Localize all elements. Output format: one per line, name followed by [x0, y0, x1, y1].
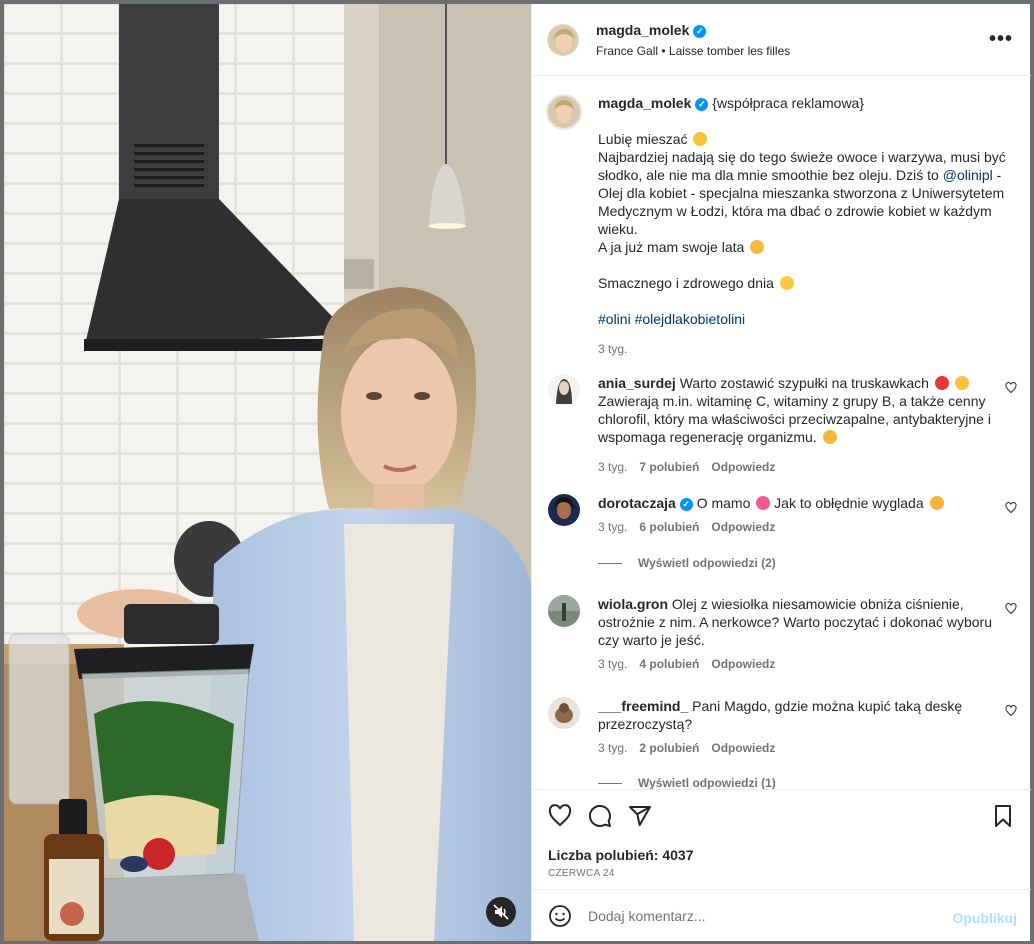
mention-link[interactable]: @olinipl: [943, 167, 993, 183]
comment-bubble-icon[interactable]: [588, 804, 612, 828]
post-actions: Liczba polubień: 4037 CZERWCA 24: [532, 789, 1031, 889]
comment-text: dorotaczaja ✓ O mamo Jak to obłędnie wygl…: [598, 494, 998, 512]
post-date[interactable]: CZERWCA 24: [548, 868, 615, 879]
caption-line-1: Lubię mieszać: [598, 131, 688, 147]
more-options-icon[interactable]: •••: [989, 28, 1013, 51]
view-replies-button[interactable]: Wyświetl odpowiedzi (2): [598, 556, 776, 570]
comment-meta: 3 tyg. 6 polubień Odpowiedz: [598, 520, 776, 534]
reply-button[interactable]: Odpowiedz: [711, 460, 775, 474]
comment-likes[interactable]: 6 polubień: [639, 520, 699, 534]
yum-emoji-icon: [929, 496, 944, 510]
verified-badge-icon: ✓: [679, 498, 693, 511]
commenter-avatar[interactable]: [548, 494, 580, 526]
comments-scroll-area[interactable]: magda_molek ✓ {współpraca reklamowa} Lubi…: [532, 77, 1031, 789]
post-modal: magda_molek ✓ France Gall • Laisse tomber…: [0, 0, 1034, 944]
avatar-image: [548, 25, 578, 55]
comment-input[interactable]: [588, 904, 938, 928]
commenter-username[interactable]: ania_surdej: [598, 375, 676, 391]
heart-eyes-emoji-icon: [756, 496, 771, 510]
comment-like-heart-icon[interactable]: [1005, 502, 1017, 514]
comment-likes[interactable]: 2 polubień: [639, 741, 699, 755]
view-replies-button[interactable]: Wyświetl odpowiedzi (1): [598, 776, 776, 789]
commenter-username[interactable]: dorotaczaja ✓: [598, 495, 693, 511]
caption-sponsor-tag: {współpraca reklamowa}: [712, 95, 865, 111]
publish-button[interactable]: Opublikuj: [952, 910, 1017, 926]
emoji-picker-icon[interactable]: [548, 904, 572, 928]
commenter-avatar[interactable]: [548, 374, 580, 406]
comment-text: wiola.gron Olej z wiesiołka niesamowicie…: [598, 596, 992, 648]
audio-track-link[interactable]: France Gall • Laisse tomber les filles: [596, 44, 790, 58]
avatar-image: [548, 595, 580, 627]
comment-text: ___freemind_ Pani Magdo, gdzie można kup…: [598, 698, 963, 732]
avatar-image: [548, 494, 580, 526]
save-bookmark-icon[interactable]: [991, 804, 1015, 828]
caption-line-4: Smacznego i zdrowego dnia: [598, 275, 774, 291]
tongue-emoji-icon: [822, 430, 837, 444]
strawberry-emoji-icon: [934, 376, 949, 390]
avatar-image: [548, 374, 580, 406]
post-caption: magda_molek ✓ {współpraca reklamowa} Lubi…: [598, 94, 1008, 358]
comment-meta: 3 tyg. 7 polubień Odpowiedz: [598, 460, 776, 474]
post-header: magda_molek ✓ France Gall • Laisse tomber…: [532, 4, 1031, 76]
sun-emoji-icon: [779, 276, 794, 290]
share-send-icon[interactable]: [628, 804, 652, 828]
reply-button[interactable]: Odpowiedz: [711, 741, 775, 755]
commenter-username[interactable]: wiola.gron: [598, 596, 668, 612]
mute-button[interactable]: [486, 897, 516, 927]
reply-button[interactable]: Odpowiedz: [711, 520, 775, 534]
video-frame-image: [4, 4, 531, 941]
smiling-emoji-icon: [750, 240, 765, 254]
comment-meta: 3 tyg. 2 polubień Odpowiedz: [598, 741, 776, 755]
commenter-avatar[interactable]: [548, 595, 580, 627]
like-heart-icon[interactable]: [548, 804, 572, 828]
avatar-image: [548, 697, 580, 729]
commenter-avatar[interactable]: [548, 697, 580, 729]
laughing-emoji-icon: [693, 132, 708, 146]
volume-off-icon: [493, 904, 509, 920]
commenter-username[interactable]: ___freemind_: [598, 698, 688, 714]
comment-like-heart-icon[interactable]: [1005, 382, 1017, 394]
raised-hands-emoji-icon: [954, 376, 969, 390]
caption-author-avatar[interactable]: [546, 94, 582, 130]
reply-button[interactable]: Odpowiedz: [711, 657, 775, 671]
add-comment-bar: Opublikuj: [532, 889, 1031, 941]
likes-count[interactable]: Liczba polubień: 4037: [548, 847, 693, 863]
comment-likes[interactable]: 4 polubień: [639, 657, 699, 671]
caption-username[interactable]: magda_molek: [598, 95, 691, 111]
post-video[interactable]: [4, 4, 531, 941]
comment-likes[interactable]: 7 polubień: [639, 460, 699, 474]
hashtags-link[interactable]: #olini #olejdlakobietolini: [598, 311, 745, 327]
comment-like-heart-icon[interactable]: [1005, 705, 1017, 717]
author-avatar[interactable]: [547, 24, 579, 56]
comment-meta: 3 tyg. 4 polubień Odpowiedz: [598, 657, 776, 671]
verified-badge-icon: ✓: [693, 25, 707, 38]
caption-time: 3 tyg.: [598, 342, 628, 356]
caption-line-3: A ja już mam swoje lata: [598, 239, 745, 255]
comment-like-heart-icon[interactable]: [1005, 603, 1017, 615]
author-username[interactable]: magda_molek ✓: [596, 22, 707, 38]
post-side-panel: magda_molek ✓ France Gall • Laisse tomber…: [531, 4, 1031, 941]
verified-badge-icon: ✓: [695, 98, 709, 111]
avatar-image: [548, 96, 580, 128]
comment-text: ania_surdej Warto zostawić szypułki na t…: [598, 375, 991, 445]
